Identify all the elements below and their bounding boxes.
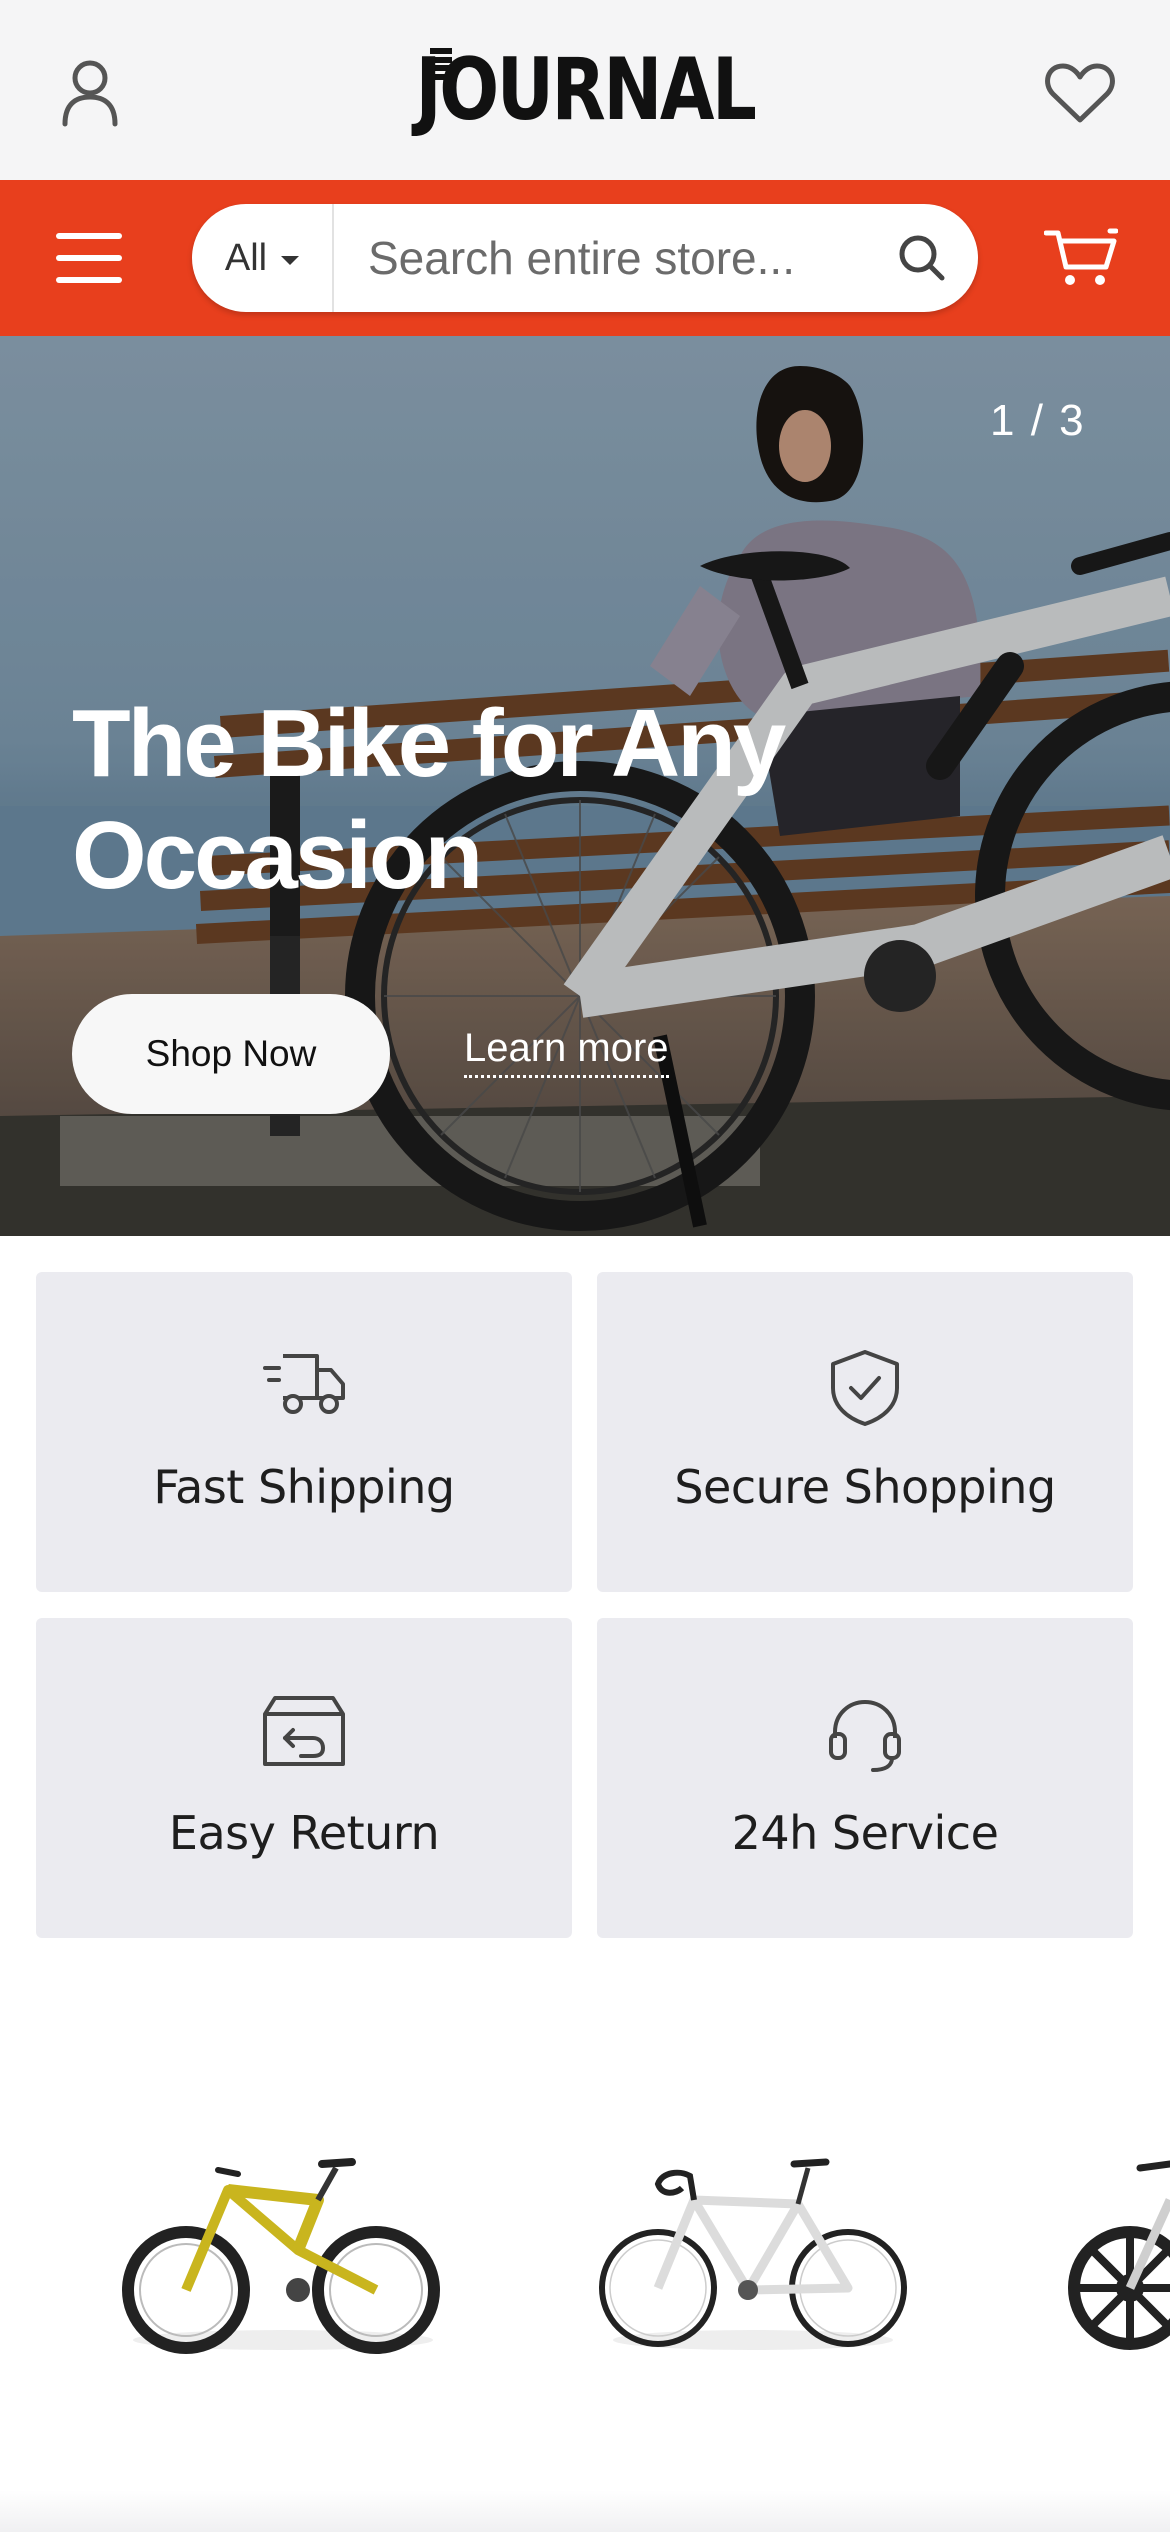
mountain-bike-image[interactable] xyxy=(118,2140,448,2360)
account-button[interactable] xyxy=(50,48,130,138)
hero-title: The Bike for Any Occasion xyxy=(72,690,786,909)
cart-icon xyxy=(1044,228,1118,285)
cart-button[interactable] xyxy=(1036,218,1126,298)
shop-now-button[interactable]: Shop Now xyxy=(72,994,390,1114)
feature-label: Easy Return xyxy=(168,1806,440,1860)
menu-button[interactable] xyxy=(48,220,130,296)
search-category-label: All xyxy=(224,236,268,279)
feature-label: Fast Shipping xyxy=(153,1460,455,1514)
hamburger-icon xyxy=(56,233,122,283)
caret-down-icon xyxy=(281,255,300,265)
hero-banner[interactable]: 1 / 3 The Bike for Any Occasion Shop Now… xyxy=(0,336,1170,1236)
wishlist-button[interactable] xyxy=(1035,50,1125,135)
feature-label: 24h Service xyxy=(731,1806,999,1860)
logo[interactable]: JOURNAL xyxy=(415,38,757,142)
search-bar-strip: All xyxy=(0,180,1170,336)
truck-icon xyxy=(263,1354,345,1414)
search-box: All xyxy=(192,204,978,312)
shield-check-icon xyxy=(831,1350,899,1426)
search-category-dropdown[interactable]: All xyxy=(192,204,334,312)
search-input[interactable] xyxy=(368,204,868,312)
heart-icon xyxy=(1045,63,1115,122)
road-bike-image[interactable] xyxy=(598,2140,908,2360)
bike-image-partial[interactable] xyxy=(1060,2140,1170,2360)
top-header: JOURNAL xyxy=(0,0,1170,180)
return-box-icon xyxy=(263,1696,345,1766)
learn-more-link[interactable]: Learn more xyxy=(464,1026,669,1078)
feature-card-easy-return[interactable]: Easy Return xyxy=(36,1618,572,1938)
user-icon xyxy=(62,60,118,127)
slide-counter: 1 / 3 xyxy=(990,396,1086,445)
search-icon xyxy=(899,235,945,281)
headset-icon xyxy=(829,1699,901,1772)
feature-card-24h-service[interactable]: 24h Service xyxy=(597,1618,1133,1938)
feature-card-secure-shopping[interactable]: Secure Shopping xyxy=(597,1272,1133,1592)
bottom-edge xyxy=(0,2490,1170,2532)
feature-label: Secure Shopping xyxy=(674,1460,1056,1514)
page: JOURNAL All Search entire store... 1 / 3… xyxy=(0,0,1170,2532)
feature-card-fast-shipping[interactable]: Fast Shipping xyxy=(36,1272,572,1592)
product-carousel xyxy=(0,2140,1170,2470)
search-button[interactable] xyxy=(886,222,958,294)
